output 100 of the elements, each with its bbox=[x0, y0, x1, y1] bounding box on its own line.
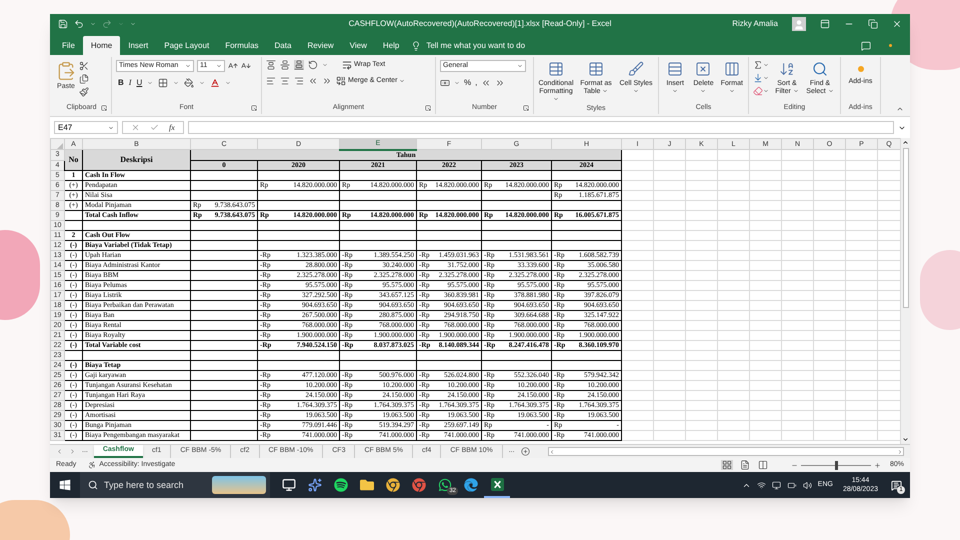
horizontal-scrollbar[interactable] bbox=[548, 447, 904, 456]
lightbulb-icon[interactable] bbox=[411, 40, 422, 50]
number-style-button[interactable]: % bbox=[464, 77, 472, 89]
dialog-launcher-icon[interactable] bbox=[425, 105, 431, 111]
font-style-button[interactable]: U bbox=[136, 77, 142, 89]
browser-icon bbox=[412, 478, 426, 492]
decrease-decimal-icon[interactable] bbox=[495, 78, 506, 88]
four-panes-logo-icon bbox=[59, 479, 71, 491]
dialog-launcher-icon[interactable] bbox=[523, 105, 529, 111]
columns-icon bbox=[724, 60, 740, 78]
shrink-font-icon[interactable] bbox=[241, 61, 251, 71]
new-sheet-icon[interactable] bbox=[520, 447, 530, 456]
zoom-slider-thumb[interactable] bbox=[834, 460, 838, 470]
caret-icon[interactable] bbox=[763, 75, 769, 81]
battery-icon[interactable] bbox=[786, 480, 797, 490]
restore-icon[interactable] bbox=[868, 18, 878, 28]
scroll-right-icon[interactable] bbox=[897, 448, 903, 454]
increase-indent-icon[interactable] bbox=[322, 76, 332, 86]
delete-cells-icon bbox=[695, 60, 712, 78]
dialog-launcher-icon[interactable] bbox=[251, 105, 257, 111]
search-icon bbox=[812, 60, 828, 78]
font-style-button[interactable]: I bbox=[128, 77, 132, 89]
wrap-text-icon bbox=[342, 60, 352, 70]
font-color-icon[interactable] bbox=[210, 78, 220, 88]
merge-icon bbox=[336, 76, 346, 86]
user-name: Rizky Amalia bbox=[732, 18, 778, 30]
volume-icon[interactable] bbox=[802, 480, 812, 490]
ribbon-tab[interactable]: Data bbox=[266, 36, 300, 55]
browser-icon bbox=[464, 478, 478, 492]
network-icon[interactable] bbox=[756, 480, 766, 490]
borders-icon[interactable] bbox=[158, 78, 168, 88]
caret-icon bbox=[553, 96, 559, 102]
scrollbar-thumb[interactable] bbox=[902, 148, 908, 308]
zoom-in-icon[interactable] bbox=[874, 462, 881, 468]
orientation-icon[interactable] bbox=[308, 60, 318, 70]
align-top-icon[interactable] bbox=[266, 60, 276, 70]
caret-icon bbox=[517, 63, 523, 69]
accounting-icon[interactable] bbox=[440, 78, 450, 88]
copy-icon[interactable] bbox=[79, 74, 89, 84]
caret-icon bbox=[672, 88, 678, 94]
dialog-launcher-icon[interactable] bbox=[101, 105, 107, 111]
ribbon-tab[interactable]: Page Layout bbox=[156, 36, 218, 55]
ribbon-tab[interactable]: Review bbox=[299, 36, 342, 55]
photo-placeholder bbox=[212, 476, 266, 494]
sparkle-icon bbox=[308, 478, 322, 492]
caret-icon bbox=[700, 88, 706, 94]
decrease-indent-icon[interactable] bbox=[308, 76, 318, 86]
increase-decimal-icon[interactable] bbox=[481, 78, 492, 88]
next-sheet-icon[interactable] bbox=[69, 448, 76, 455]
font-style-button[interactable]: B bbox=[118, 77, 124, 89]
caret-icon bbox=[399, 78, 406, 84]
align-middle-icon[interactable] bbox=[280, 60, 290, 70]
align-center-icon[interactable] bbox=[280, 76, 290, 86]
align-bottom-icon[interactable] bbox=[294, 60, 304, 70]
caret-icon[interactable] bbox=[763, 88, 769, 94]
caret-icon[interactable] bbox=[763, 62, 769, 68]
format-painter-icon[interactable] bbox=[79, 87, 89, 97]
rows-icon bbox=[667, 60, 684, 78]
cancel-icon[interactable] bbox=[131, 123, 140, 132]
formula-input[interactable] bbox=[188, 121, 894, 134]
close-icon[interactable] bbox=[892, 18, 902, 28]
table-cell: Deskripsi bbox=[82, 150, 190, 170]
scroll-down-icon[interactable] bbox=[902, 436, 909, 443]
insert-function-button[interactable]: fx bbox=[169, 122, 175, 134]
fill-color-icon[interactable] bbox=[184, 78, 194, 88]
comments-icon[interactable] bbox=[861, 40, 871, 50]
scroll-left-icon[interactable] bbox=[548, 448, 555, 454]
align-left-icon[interactable] bbox=[266, 76, 276, 86]
ribbon-tab[interactable]: File bbox=[54, 36, 83, 55]
ribbon-tab[interactable]: Help bbox=[374, 36, 408, 55]
tell-me-field[interactable]: Tell me what you want to do bbox=[426, 40, 526, 52]
page-layout-view-icon[interactable] bbox=[738, 460, 751, 470]
caret-icon bbox=[728, 88, 735, 94]
fill-icon[interactable] bbox=[753, 73, 763, 83]
scroll-up-icon[interactable] bbox=[902, 139, 909, 146]
ribbon-tab[interactable]: Home bbox=[82, 36, 120, 55]
ribbon-tab[interactable]: View bbox=[342, 36, 375, 55]
previous-sheet-icon[interactable] bbox=[56, 448, 63, 455]
sum-icon[interactable] bbox=[753, 60, 763, 70]
collapse-ribbon-icon[interactable] bbox=[896, 105, 904, 113]
cut-icon[interactable] bbox=[79, 61, 89, 71]
vertical-scrollbar[interactable] bbox=[900, 138, 910, 444]
conditional-format-icon bbox=[548, 60, 564, 78]
align-right-icon[interactable] bbox=[294, 76, 304, 86]
brush-icon bbox=[628, 60, 644, 78]
grow-font-icon[interactable] bbox=[228, 61, 238, 71]
ribbon-display-icon[interactable] bbox=[820, 18, 830, 28]
name-box[interactable]: E47 bbox=[54, 121, 118, 134]
save-icon[interactable] bbox=[58, 18, 68, 28]
normal-view-icon[interactable] bbox=[720, 460, 733, 470]
display-icon[interactable] bbox=[772, 480, 781, 490]
notification-icon bbox=[890, 480, 902, 490]
undo-icon[interactable] bbox=[74, 18, 84, 28]
eraser-icon[interactable] bbox=[753, 86, 763, 96]
search-icon bbox=[88, 480, 98, 490]
page-break-view-icon[interactable] bbox=[756, 460, 769, 470]
clipboard-icon bbox=[56, 60, 76, 82]
ribbon-tab[interactable]: Formulas bbox=[217, 36, 267, 55]
ribbon-tab[interactable]: Insert bbox=[120, 36, 156, 55]
number-style-button[interactable]: , bbox=[475, 77, 478, 89]
